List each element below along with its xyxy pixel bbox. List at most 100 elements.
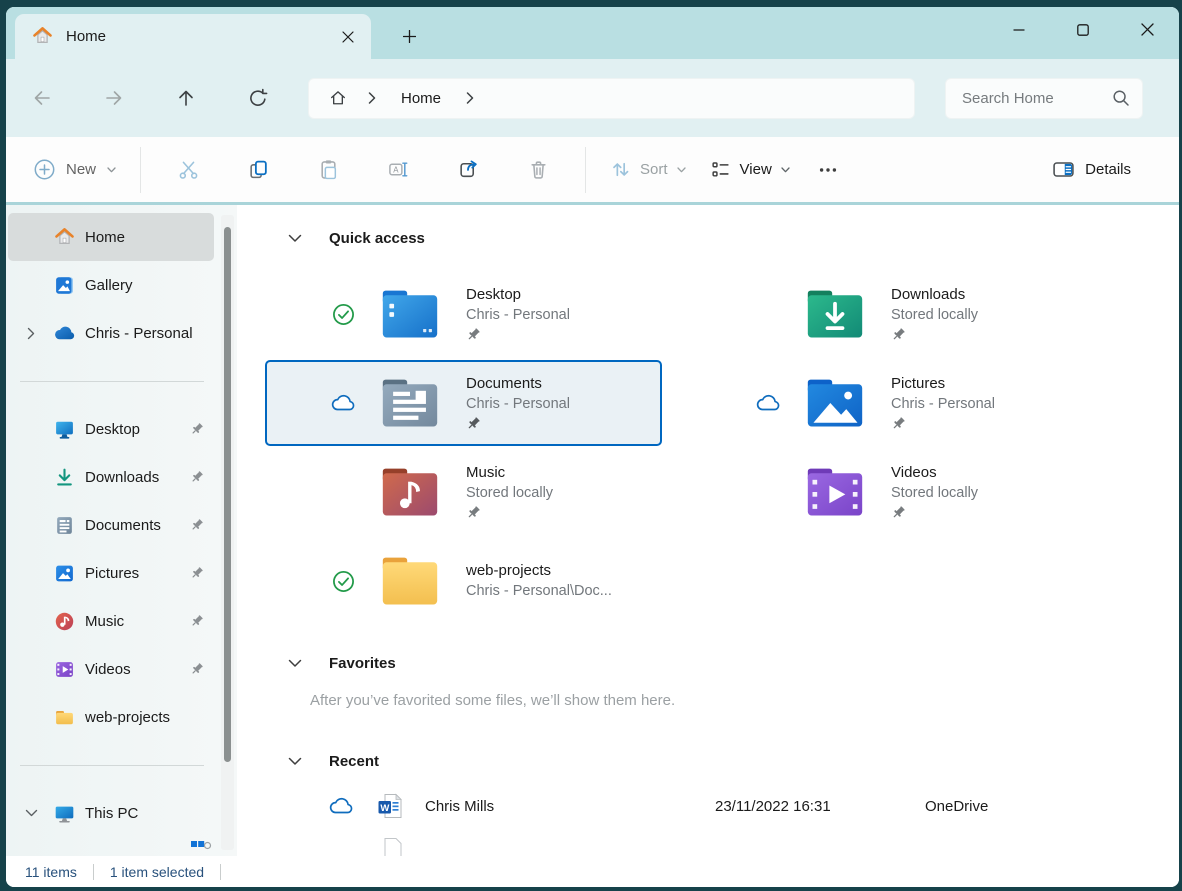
recent-file-row[interactable]: W Chris Mills 23/11/2022 16:31 OneDrive bbox=[265, 784, 1179, 828]
pin-icon bbox=[891, 327, 978, 345]
sort-button[interactable]: Sort bbox=[598, 151, 698, 188]
chevron-down-icon bbox=[107, 167, 116, 173]
tab-title: Home bbox=[66, 28, 333, 45]
share-button[interactable] bbox=[433, 148, 503, 192]
documents-folder-icon bbox=[380, 377, 440, 429]
document-icon-partial bbox=[377, 837, 403, 856]
synced-status-icon bbox=[317, 302, 369, 327]
view-label: View bbox=[740, 161, 772, 178]
new-button[interactable]: New bbox=[22, 151, 128, 188]
paste-button[interactable] bbox=[293, 148, 363, 192]
sidebar-item-this-pc[interactable]: This PC bbox=[8, 789, 214, 837]
share-icon bbox=[458, 159, 479, 180]
tile-desktop[interactable]: Desktop Chris - Personal bbox=[265, 271, 662, 357]
tile-subtitle: Chris - Personal\Doc... bbox=[466, 581, 612, 602]
plus-circle-icon bbox=[34, 159, 55, 180]
recent-header: Recent bbox=[265, 746, 1179, 776]
synced-status-icon bbox=[317, 569, 369, 594]
sidebar-item-label: Documents bbox=[85, 517, 161, 534]
delete-button[interactable] bbox=[503, 148, 573, 192]
cut-button[interactable] bbox=[153, 148, 223, 192]
pin-icon bbox=[190, 422, 204, 436]
pin-icon bbox=[190, 518, 204, 532]
tile-name: Pictures bbox=[891, 373, 995, 394]
details-button[interactable]: Details bbox=[1042, 151, 1141, 188]
tile-subtitle: Stored locally bbox=[466, 483, 553, 504]
toolbar-divider bbox=[585, 147, 586, 193]
tile-web-projects[interactable]: web-projects Chris - Personal\Doc... bbox=[265, 538, 662, 624]
tile-downloads[interactable]: Downloads Stored locally bbox=[690, 271, 1087, 357]
tile-name: Desktop bbox=[466, 284, 570, 305]
chevron-right-icon[interactable] bbox=[8, 327, 54, 340]
pin-icon bbox=[891, 416, 995, 434]
sidebar-item-home[interactable]: Home bbox=[8, 213, 214, 261]
quick-access-grid: Desktop Chris - Personal Downloads Store… bbox=[265, 271, 1087, 624]
sidebar-item-label: This PC bbox=[85, 805, 138, 822]
address-bar[interactable]: Home bbox=[308, 78, 915, 119]
search-icon[interactable] bbox=[1112, 89, 1130, 107]
onedrive-cloud-icon bbox=[54, 323, 75, 344]
refresh-button[interactable] bbox=[236, 78, 280, 118]
collapse-chevron-icon[interactable] bbox=[287, 753, 303, 769]
sidebar-scrollbar-thumb[interactable] bbox=[224, 227, 231, 762]
tile-documents[interactable]: Documents Chris - Personal bbox=[265, 360, 662, 446]
file-location: OneDrive bbox=[925, 798, 988, 815]
search-box[interactable] bbox=[945, 78, 1143, 119]
tile-pictures[interactable]: Pictures Chris - Personal bbox=[690, 360, 1087, 446]
breadcrumb-segment-home[interactable]: Home bbox=[389, 90, 453, 107]
tile-subtitle: Chris - Personal bbox=[891, 394, 995, 415]
pin-icon bbox=[466, 505, 553, 523]
svg-text:A: A bbox=[393, 165, 399, 174]
back-button[interactable] bbox=[20, 78, 64, 118]
close-button[interactable] bbox=[1115, 7, 1179, 52]
up-button[interactable] bbox=[164, 78, 208, 118]
sidebar-item-pictures[interactable]: Pictures bbox=[8, 549, 214, 597]
sidebar-item-music[interactable]: Music bbox=[8, 597, 214, 645]
this-pc-icon bbox=[54, 803, 75, 824]
pin-icon bbox=[466, 416, 570, 434]
tab-home[interactable]: Home bbox=[15, 14, 371, 59]
sidebar-item-gallery[interactable]: Gallery bbox=[8, 261, 214, 309]
copy-button[interactable] bbox=[223, 148, 293, 192]
trash-icon bbox=[528, 159, 549, 180]
view-button[interactable]: View bbox=[698, 151, 802, 188]
recent-file-row-partial[interactable] bbox=[265, 828, 1179, 856]
breadcrumb-chevron-icon[interactable] bbox=[355, 82, 389, 114]
sidebar-item-label: Music bbox=[85, 613, 124, 630]
chevron-down-icon[interactable] bbox=[8, 809, 54, 817]
tile-subtitle: Chris - Personal bbox=[466, 394, 570, 415]
toolbar-divider bbox=[140, 147, 141, 193]
pin-icon bbox=[190, 470, 204, 484]
breadcrumb-home-icon[interactable] bbox=[321, 82, 355, 114]
sidebar-item-web-projects[interactable]: web-projects bbox=[8, 693, 214, 741]
tile-music[interactable]: Music Stored locally bbox=[265, 449, 662, 535]
tile-subtitle: Stored locally bbox=[891, 305, 978, 326]
rename-button[interactable]: A bbox=[363, 148, 433, 192]
maximize-button[interactable] bbox=[1051, 7, 1115, 52]
forward-button[interactable] bbox=[92, 78, 136, 118]
sidebar-item-documents[interactable]: Documents bbox=[8, 501, 214, 549]
sidebar-item-onedrive[interactable]: Chris - Personal bbox=[8, 309, 214, 357]
folder-icon bbox=[54, 707, 75, 728]
collapse-chevron-icon[interactable] bbox=[287, 655, 303, 671]
tile-subtitle: Chris - Personal bbox=[466, 305, 570, 326]
pin-icon bbox=[466, 327, 570, 345]
minimize-button[interactable] bbox=[987, 7, 1051, 52]
new-tab-button[interactable] bbox=[392, 19, 426, 53]
sidebar-item-videos[interactable]: Videos bbox=[8, 645, 214, 693]
section-title: Favorites bbox=[329, 655, 396, 672]
more-options-button[interactable] bbox=[802, 148, 854, 192]
view-icon bbox=[710, 159, 731, 180]
sidebar-item-downloads[interactable]: Downloads bbox=[8, 453, 214, 501]
tile-videos[interactable]: Videos Stored locally bbox=[690, 449, 1087, 535]
tab-close-icon[interactable] bbox=[333, 22, 363, 52]
tile-name: Videos bbox=[891, 462, 978, 483]
sidebar-item-desktop[interactable]: Desktop bbox=[8, 405, 214, 453]
tile-name: Music bbox=[466, 462, 553, 483]
sidebar-item-label: Chris - Personal bbox=[85, 325, 193, 342]
content-area: Home Gallery Chris - Personal bbox=[6, 205, 1179, 856]
breadcrumb-chevron-icon[interactable] bbox=[453, 82, 487, 114]
collapse-chevron-icon[interactable] bbox=[287, 230, 303, 246]
rename-icon: A bbox=[388, 159, 409, 180]
search-input[interactable] bbox=[960, 89, 1112, 108]
